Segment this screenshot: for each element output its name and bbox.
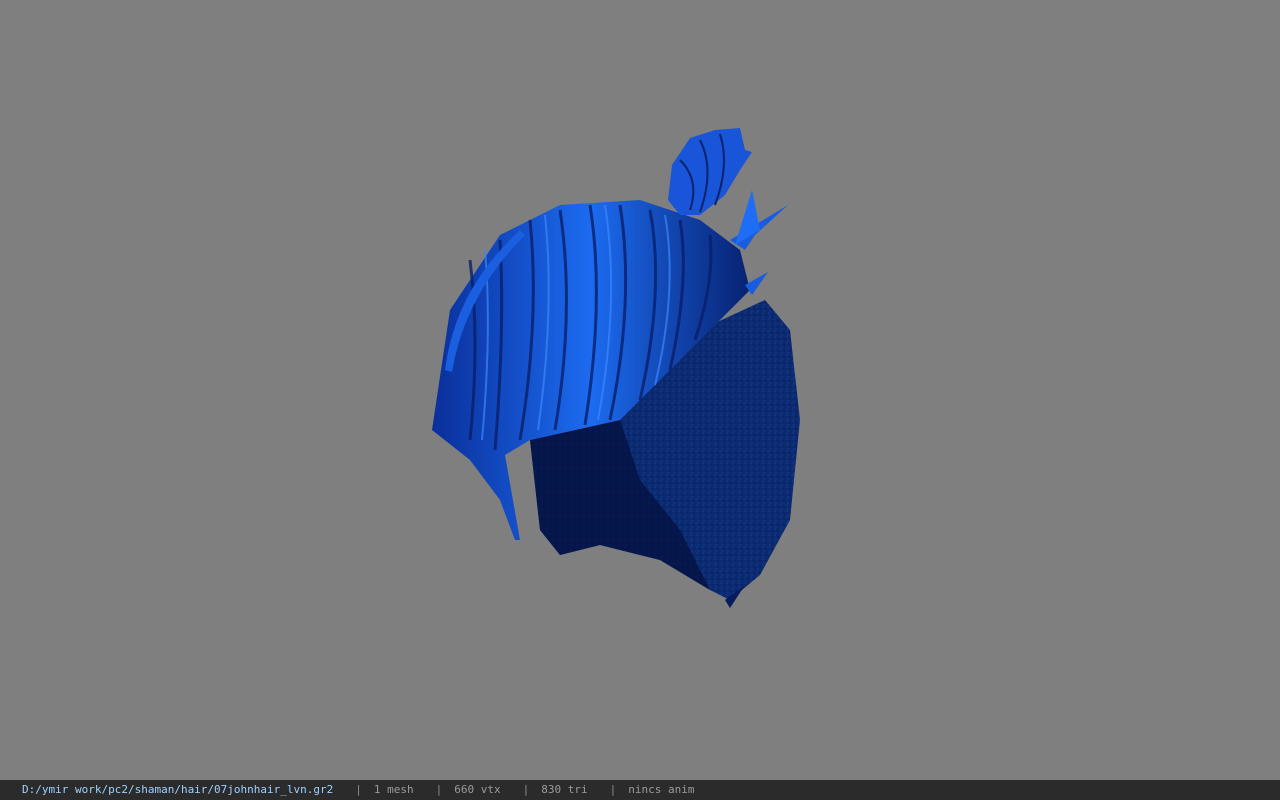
status-bar: D:/ymir work/pc2/shaman/hair/07johnhair_… bbox=[0, 780, 1280, 800]
status-separator: | bbox=[435, 783, 443, 796]
status-separator: | bbox=[355, 783, 362, 796]
status-separator: | bbox=[609, 783, 617, 796]
model-viewport[interactable] bbox=[0, 0, 1280, 780]
status-vertex-count: 660 vtx bbox=[454, 783, 501, 796]
hair-bun-shape bbox=[668, 128, 752, 215]
status-file-path: D:/ymir work/pc2/shaman/hair/07johnhair_… bbox=[22, 783, 334, 796]
status-triangle-count: 830 tri bbox=[541, 783, 588, 796]
hair-spike-2 bbox=[735, 190, 760, 245]
status-mesh-count: 1 mesh bbox=[373, 783, 414, 796]
hair-model-render[interactable] bbox=[0, 0, 1280, 780]
status-animation: nincs anim bbox=[628, 783, 695, 796]
status-separator: | bbox=[522, 783, 530, 796]
